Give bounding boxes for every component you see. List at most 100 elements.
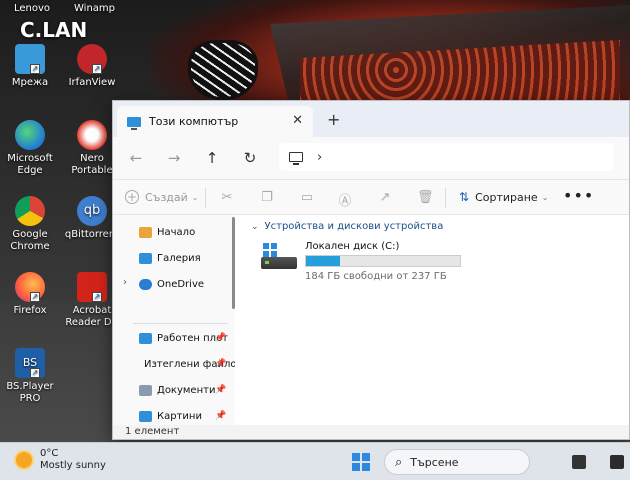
new-button-label: Създай (145, 190, 188, 204)
desktop-label-lenovo[interactable]: Lenovo (14, 3, 50, 14)
drive-icon (261, 243, 297, 273)
paste-icon[interactable]: ▭ (299, 190, 315, 206)
sort-icon: ⇅ (459, 190, 470, 204)
navigation-pane: Начало Галерия › OneDrive Работен плот 📌… (113, 215, 235, 425)
navigation-bar: ← → ↑ ↻ › (113, 137, 629, 179)
breadcrumb-chevron-icon[interactable]: › (317, 150, 322, 165)
back-arrow-icon[interactable]: ← (117, 149, 155, 167)
firefox-icon: ↗ (15, 272, 45, 302)
cloud-icon (139, 278, 152, 290)
new-button[interactable]: + Създай ⌄ (125, 190, 199, 204)
weather-widget[interactable]: 0°C Mostly sunny (16, 448, 106, 472)
chevron-down-icon: ⌄ (541, 192, 549, 202)
sidebar-item-downloads[interactable]: Изтеглени файлове 📌 (139, 355, 235, 373)
sidebar-item-documents[interactable]: Документи 📌 (139, 381, 235, 399)
taskbar-app-icon[interactable] (610, 455, 624, 469)
taskbar: 0°C Mostly sunny ⌕ Търсене (0, 442, 630, 480)
collapse-chevron-icon: ⌄ (251, 221, 259, 232)
toolbar-divider (205, 188, 206, 208)
desktop-icon-irfanview[interactable]: ↗ IrfanView (60, 44, 124, 89)
desktop-icon (139, 332, 152, 344)
document-icon (139, 384, 152, 396)
desktop-icon-label: Мрежа (11, 77, 49, 88)
sort-button[interactable]: ⇅ Сортиране ⌄ (459, 190, 548, 204)
sidebar-item-label: Картини (157, 410, 202, 422)
computer-icon (127, 116, 141, 130)
monitor-icon (289, 152, 303, 165)
desktop-icon-chrome[interactable]: Google Chrome (0, 196, 62, 253)
sidebar-item-label: Начало (157, 226, 196, 238)
sidebar-item-pictures[interactable]: Картини 📌 (139, 407, 235, 425)
taskbar-search[interactable]: ⌕ Търсене (384, 449, 530, 475)
content-pane: ⌄ Устройства и дискови устройства Локале… (243, 215, 629, 425)
windows-logo-tile (362, 453, 370, 461)
explorer-window: Този компютър ✕ + ← → ↑ ↻ › + Създай ⌄ ✂… (112, 100, 630, 440)
picture-icon (139, 410, 152, 422)
home-icon (139, 226, 152, 238)
bsplayer-icon: BS ↗ (15, 348, 45, 378)
windows-logo-icon (263, 243, 277, 257)
desktop-icon-network[interactable]: ↗ Мрежа (0, 44, 62, 89)
forward-arrow-icon[interactable]: → (155, 149, 193, 167)
weather-temperature: 0°C (40, 448, 59, 459)
search-label: Търсене (410, 455, 459, 469)
desktop-icon-label: IrfanView (68, 77, 116, 88)
more-options-button[interactable]: ••• (563, 186, 594, 205)
sort-button-label: Сортиране (475, 190, 538, 204)
nero-icon (77, 120, 107, 150)
new-tab-button[interactable]: + (327, 110, 340, 129)
up-arrow-icon[interactable]: ↑ (193, 149, 231, 167)
sidebar-item-onedrive[interactable]: OneDrive (139, 275, 204, 293)
drive-item-c[interactable]: Локален диск (C:) 184 ГБ свободни от 237… (257, 241, 629, 285)
chrome-icon (15, 196, 45, 226)
sidebar-item-desktop[interactable]: Работен плот 📌 (139, 329, 235, 347)
windows-logo-tile (352, 463, 360, 471)
drive-name: Локален диск (C:) (305, 241, 400, 252)
desktop-icon-label: Microsoft Edge (7, 153, 53, 176)
sidebar-scrollbar[interactable] (232, 217, 235, 309)
chevron-down-icon: ⌄ (191, 192, 199, 202)
desktop-icon-edge[interactable]: Microsoft Edge (0, 120, 62, 177)
status-bar: 1 елемент (113, 425, 629, 439)
pin-icon[interactable]: 📌 (215, 333, 226, 343)
sidebar-item-gallery[interactable]: Галерия (139, 249, 201, 267)
weather-condition: Mostly sunny (40, 460, 106, 471)
tab-bar: Този компютър ✕ + (113, 101, 629, 137)
tab-title: Този компютър (149, 115, 239, 128)
desktop-label-winamp[interactable]: Winamp (74, 3, 115, 14)
pin-icon[interactable]: 📌 (215, 359, 226, 369)
group-title: Устройства и дискови устройства (264, 221, 444, 232)
refresh-icon[interactable]: ↻ (231, 149, 269, 167)
windows-logo-tile (362, 463, 370, 471)
close-tab-icon[interactable]: ✕ (292, 113, 303, 128)
desktop-icon-label: Firefox (13, 305, 47, 316)
taskbar-app-icon[interactable] (572, 455, 586, 469)
sidebar-item-home[interactable]: Начало (139, 223, 195, 241)
delete-icon[interactable]: 🗑 (417, 190, 434, 206)
drive-usage-fill (306, 256, 341, 266)
start-button[interactable] (352, 453, 370, 471)
hard-disk-icon (261, 257, 297, 269)
rename-icon[interactable]: Ⓐ (337, 190, 353, 209)
tab-this-pc[interactable]: Този компютър ✕ (117, 106, 313, 137)
copy-icon[interactable]: ❐ (259, 190, 275, 206)
share-icon[interactable]: ↗ (377, 190, 393, 206)
plus-icon: + (125, 190, 139, 204)
cut-icon[interactable]: ✂ (219, 190, 235, 206)
sidebar-item-label: OneDrive (157, 278, 205, 290)
desktop-icon-firefox[interactable]: ↗ Firefox (0, 272, 62, 317)
desktop-icon-label: BS.Player PRO (6, 381, 54, 404)
expand-chevron-icon[interactable]: › (123, 277, 127, 288)
desktop-icon-bsplayer[interactable]: BS ↗ BS.Player PRO (0, 348, 62, 405)
overlay-title: C.LAN (20, 18, 88, 42)
desktop-icon-label: Google Chrome (10, 229, 50, 252)
acrobat-icon: ↗ (77, 272, 107, 302)
pin-icon[interactable]: 📌 (215, 411, 226, 421)
network-icon: ↗ (15, 44, 45, 74)
gallery-icon (139, 252, 152, 264)
devices-group-header[interactable]: ⌄ Устройства и дискови устройства (251, 221, 443, 232)
sidebar-divider (133, 323, 228, 324)
pin-icon[interactable]: 📌 (215, 385, 226, 395)
address-bar[interactable]: › (279, 143, 613, 171)
drive-free-space: 184 ГБ свободни от 237 ГБ (305, 271, 447, 282)
